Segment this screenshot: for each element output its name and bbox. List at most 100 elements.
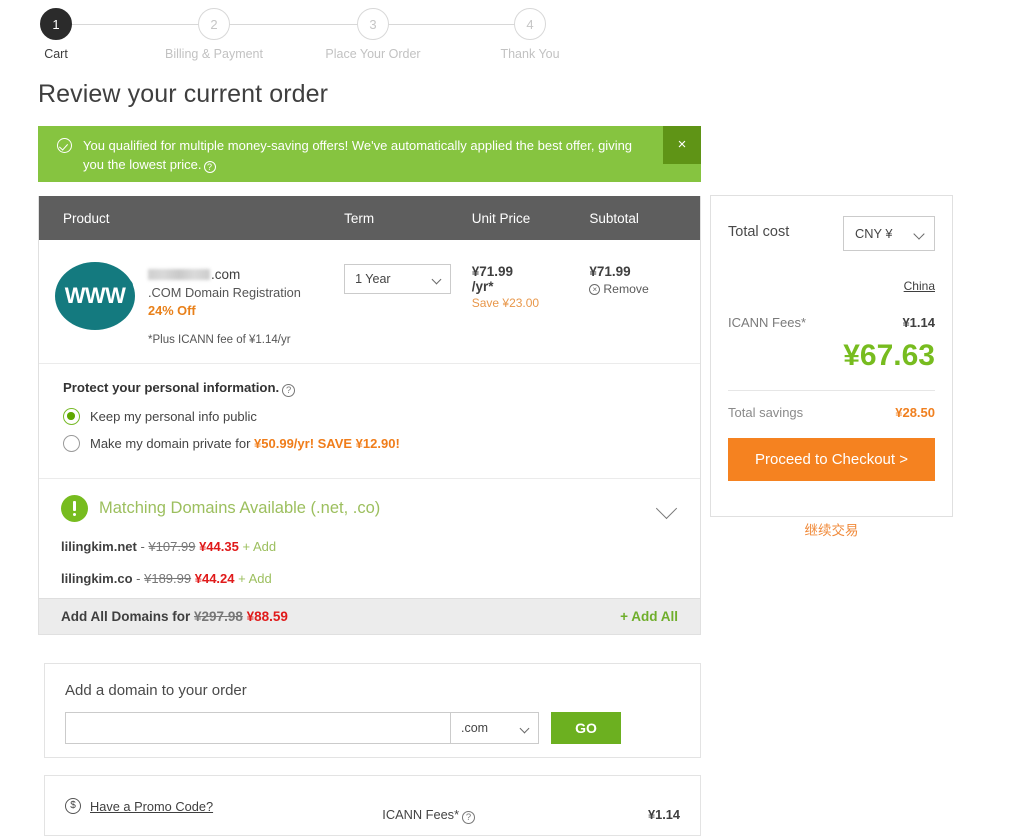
column-header-product: Product <box>63 210 110 226</box>
go-button[interactable]: GO <box>551 712 621 744</box>
cart-item-row: WWW .com .COM Domain Registration 24% Of… <box>39 240 700 364</box>
summary-header: Total cost CNY ¥ <box>728 216 935 251</box>
chevron-down-icon <box>431 274 442 285</box>
add-all-summary: Add All Domains for ¥297.98 ¥88.59 <box>61 609 288 624</box>
step-billing-payment[interactable]: 2 Billing & Payment <box>134 8 294 61</box>
tld-select[interactable]: .com <box>451 712 539 744</box>
continue-shopping-link[interactable]: 继续交易 <box>710 519 953 539</box>
privacy-option-public[interactable]: Keep my personal info public <box>63 408 700 425</box>
help-icon[interactable]: ? <box>462 811 476 824</box>
cart-item-unit-price: ¥71.99 <box>471 264 514 279</box>
chevron-down-icon[interactable] <box>655 497 678 520</box>
add-domain-input[interactable] <box>65 712 451 744</box>
term-select[interactable]: 1 Year <box>344 264 452 294</box>
summary-title: Total cost <box>728 224 790 240</box>
remove-item-label: Remove <box>603 282 649 296</box>
add-all-label: Add All Domains for <box>61 609 191 624</box>
cart-item-subtotal: ¥71.99 <box>589 264 631 279</box>
step-thank-you-label: Thank You <box>500 47 560 61</box>
matching-domains-header[interactable]: Matching Domains Available (.net, .co) <box>39 479 700 534</box>
matching-domains-title: Matching Domains Available (.net, .co) <box>99 499 381 517</box>
step-cart-number: 1 <box>40 8 72 40</box>
matching-domain-name: lilingkim.co <box>61 571 133 586</box>
add-all-new-price: ¥88.59 <box>246 609 288 624</box>
country-link[interactable]: China <box>728 279 935 293</box>
step-billing-number: 2 <box>198 8 230 40</box>
cart-table-header: Product Term Unit Price Subtotal <box>39 196 700 240</box>
step-cart[interactable]: 1 Cart <box>0 8 136 61</box>
cart-item-term-cell: 1 Year <box>344 258 472 349</box>
currency-select-value: CNY ¥ <box>855 226 893 241</box>
matching-domain-dash: - <box>136 571 141 586</box>
summary-icann-fee-value: ¥1.14 <box>902 315 935 330</box>
radio-private-icon[interactable] <box>63 435 80 452</box>
privacy-options-section: Protect your personal information.? Keep… <box>39 364 700 479</box>
privacy-option-private-price: ¥50.99/yr! SAVE ¥12.90! <box>254 436 400 451</box>
summary-grand-total: ¥67.63 <box>843 339 935 372</box>
redacted-domain-label <box>148 269 210 280</box>
cart-item-domain-suffix: .com <box>211 267 241 282</box>
step-thank-you[interactable]: 4 Thank You <box>450 8 610 61</box>
add-all-button[interactable]: + Add All <box>620 609 678 624</box>
matching-domain-dash: - <box>140 539 145 554</box>
add-all-old-price: ¥297.98 <box>194 609 243 624</box>
cart-item-unit-period: /yr* <box>471 279 494 294</box>
page-title: Review your current order <box>38 80 329 108</box>
remove-item-button[interactable]: × Remove <box>589 282 700 296</box>
promo-code-link[interactable]: Have a Promo Code? <box>90 799 213 814</box>
privacy-option-private[interactable]: Make my domain private for ¥50.99/yr! SA… <box>63 435 700 452</box>
matching-domains-footer: Add All Domains for ¥297.98 ¥88.59 + Add… <box>39 598 700 634</box>
cart-item-description: .COM Domain Registration <box>148 285 301 300</box>
privacy-option-private-label: Make my domain private for <box>90 436 251 451</box>
currency-select[interactable]: CNY ¥ <box>843 216 935 251</box>
order-summary-panel: Total cost CNY ¥ China ICANN Fees* ¥1.14… <box>710 195 953 517</box>
exclamation-circle-icon <box>61 495 88 522</box>
promo-icann-fee-value: ¥1.14 <box>647 807 680 822</box>
help-icon[interactable]: ? <box>282 384 296 397</box>
cart-item-discount-badge: 24% Off <box>148 303 196 318</box>
checkout-progress-steps: 1 Cart 2 Billing & Payment 3 Place Your … <box>0 0 1024 68</box>
promo-icann-fee-text: ICANN Fees* <box>382 807 460 822</box>
banner-close-button[interactable]: × <box>663 126 701 164</box>
step-cart-label: Cart <box>44 47 68 61</box>
matching-domain-add-button[interactable]: + Add <box>242 539 276 554</box>
step-place-your-order[interactable]: 3 Place Your Order <box>293 8 453 61</box>
matching-domain-row: lilingkim.co - ¥189.99 ¥44.24 + Add <box>39 566 700 598</box>
matching-domain-old-price: ¥189.99 <box>144 571 192 586</box>
promo-code-row[interactable]: $ Have a Promo Code? <box>65 798 382 814</box>
privacy-heading-text: Protect your personal information. <box>63 380 280 395</box>
matching-domain-add-button[interactable]: + Add <box>238 571 272 586</box>
summary-divider <box>728 390 935 391</box>
add-domain-title: Add a domain to your order <box>65 682 247 699</box>
cart-item-icann-note: *Plus ICANN fee of ¥1.14/yr <box>148 334 291 346</box>
summary-savings-value: ¥28.50 <box>895 405 935 420</box>
column-header-term: Term <box>344 210 375 226</box>
radio-public-icon[interactable] <box>63 408 80 425</box>
offer-banner: You qualified for multiple money-saving … <box>38 126 701 182</box>
cart-item-domain-name: .com <box>148 266 301 283</box>
step-place-order-number: 3 <box>357 8 389 40</box>
matching-domain-new-price: ¥44.35 <box>199 539 239 554</box>
checkout-cart-page: 1 Cart 2 Billing & Payment 3 Place Your … <box>0 0 1024 836</box>
offer-banner-text: You qualified for multiple money-saving … <box>83 138 633 172</box>
www-globe-icon: WWW <box>55 258 140 330</box>
cart-item-unit-savings: Save ¥23.00 <box>471 296 540 310</box>
proceed-to-checkout-button[interactable]: Proceed to Checkout > <box>728 438 935 481</box>
add-domain-form: .com GO <box>65 712 680 744</box>
cart-card: Product Term Unit Price Subtotal WWW .co… <box>38 196 701 635</box>
summary-savings-label: Total savings <box>728 405 804 420</box>
matching-domain-new-price: ¥44.24 <box>194 571 235 586</box>
www-logo-text: WWW <box>64 283 126 308</box>
step-billing-label: Billing & Payment <box>165 47 263 61</box>
matching-domain-row: lilingkim.net - ¥107.99 ¥44.35 + Add <box>39 534 700 566</box>
help-icon[interactable]: ? <box>203 161 216 173</box>
term-select-value: 1 Year <box>355 272 391 286</box>
cart-item-info: .com .COM Domain Registration 24% Off *P… <box>148 258 301 349</box>
cart-item-subtotal-cell: ¥71.99 × Remove <box>589 258 700 349</box>
check-circle-icon <box>57 138 72 153</box>
promo-icann-fee-label: ICANN Fees*? <box>382 798 648 824</box>
summary-savings-row: Total savings ¥28.50 <box>728 405 935 420</box>
column-header-unit-price: Unit Price <box>471 210 531 226</box>
summary-icann-fee-row: ICANN Fees* ¥1.14 <box>728 315 935 330</box>
step-thank-you-number: 4 <box>514 8 546 40</box>
